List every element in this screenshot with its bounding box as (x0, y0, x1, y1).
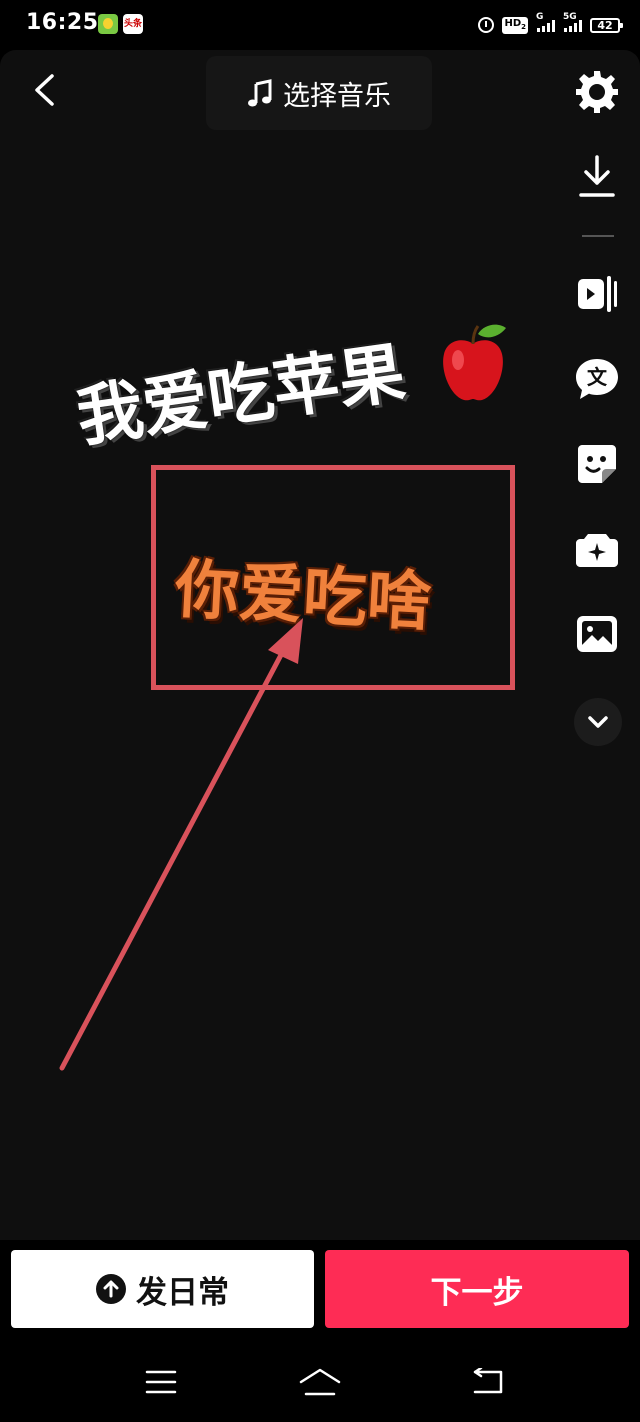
signal1-label: G (536, 12, 544, 22)
text-sticker-apple[interactable]: 我爱吃苹果 (70, 319, 410, 460)
post-daily-button[interactable]: 发日常 (11, 1250, 314, 1328)
signal-icon-1: G (536, 12, 555, 32)
status-bar: 16:25 头条 HD2 G 5G 42 (0, 0, 640, 50)
music-label: 选择音乐 (283, 80, 391, 112)
music-note-icon (248, 79, 272, 107)
nav-back-button[interactable] (464, 1358, 512, 1406)
battery-icon: 42 (590, 17, 623, 33)
effects-icon (576, 534, 618, 567)
nav-menu-button[interactable] (137, 1358, 185, 1406)
editor-canvas[interactable]: 选择音乐 文 我爱吃苹果 你爱吃啥 (0, 50, 640, 1240)
signal2-label: 5G (563, 12, 577, 22)
back-arrow-icon (473, 1368, 503, 1394)
download-button[interactable] (573, 152, 621, 200)
chevron-down-icon (588, 716, 608, 728)
image-button[interactable] (573, 610, 621, 658)
text-button[interactable]: 文 (573, 355, 621, 403)
image-icon (577, 616, 617, 652)
lucky-app-icon (98, 14, 118, 34)
upload-icon (96, 1274, 126, 1304)
chevron-left-icon (35, 74, 54, 106)
apple-emoji-icon (443, 324, 506, 401)
toutiao-app-icon: 头条 (123, 14, 143, 34)
split-icon (578, 276, 617, 312)
signal-icon-2: 5G (563, 12, 582, 32)
settings-button[interactable] (573, 68, 621, 116)
menu-icon (145, 1370, 177, 1394)
next-step-button[interactable]: 下一步 (325, 1250, 629, 1328)
hd-label: HD (504, 17, 522, 29)
effects-button[interactable] (573, 525, 621, 573)
svg-text:文: 文 (587, 365, 608, 389)
nav-home-button[interactable] (296, 1358, 344, 1406)
status-time: 16:25 (26, 10, 99, 35)
post-daily-label: 发日常 (136, 1274, 229, 1311)
system-nav-bar (0, 1340, 640, 1422)
hd-sub: 2 (521, 22, 526, 31)
select-music-button[interactable]: 选择音乐 (206, 56, 432, 130)
back-button[interactable] (26, 72, 62, 108)
sticker-icon (578, 445, 616, 483)
home-icon (299, 1368, 341, 1396)
text-icon: 文 (576, 359, 618, 399)
status-indicators: HD2 G 5G 42 (478, 12, 623, 36)
next-step-label: 下一步 (430, 1274, 524, 1311)
sticker-button[interactable] (573, 440, 621, 488)
more-tools-button[interactable] (574, 698, 622, 746)
alarm-icon (478, 17, 495, 33)
text-sticker-question[interactable]: 你爱吃啥 (173, 538, 433, 643)
settings-icon (576, 71, 618, 113)
split-button[interactable] (573, 270, 621, 318)
download-icon (579, 155, 615, 197)
hd-badge: HD2 (502, 16, 528, 34)
toolbar-divider (582, 235, 614, 237)
